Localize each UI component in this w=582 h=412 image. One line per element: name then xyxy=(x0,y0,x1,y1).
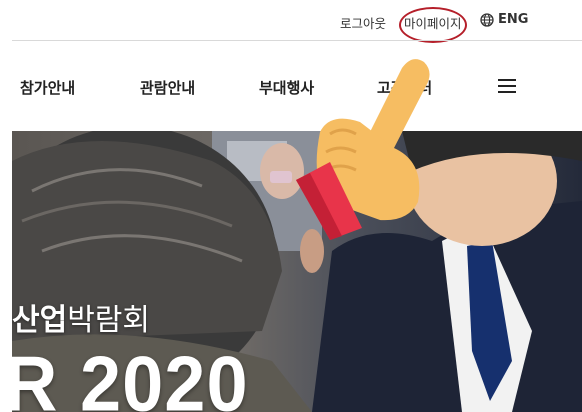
nav-item-visit[interactable]: 관람안내 xyxy=(140,77,195,98)
language-switch[interactable]: ENG xyxy=(480,12,528,27)
pointing-hand-icon xyxy=(296,59,430,240)
utility-bar: 로그아웃 마이페이지 ENG xyxy=(0,0,582,43)
language-label: ENG xyxy=(498,12,529,27)
globe-icon xyxy=(480,12,494,27)
nav-item-participation[interactable]: 참가안내 xyxy=(20,77,75,98)
hamburger-menu-icon[interactable] xyxy=(498,79,516,93)
hero-year: R 2020 xyxy=(12,339,249,412)
highlight-circle xyxy=(399,7,467,43)
logout-link[interactable]: 로그아웃 xyxy=(340,13,386,32)
hero-subtitle: 산업박람회 xyxy=(12,303,151,338)
